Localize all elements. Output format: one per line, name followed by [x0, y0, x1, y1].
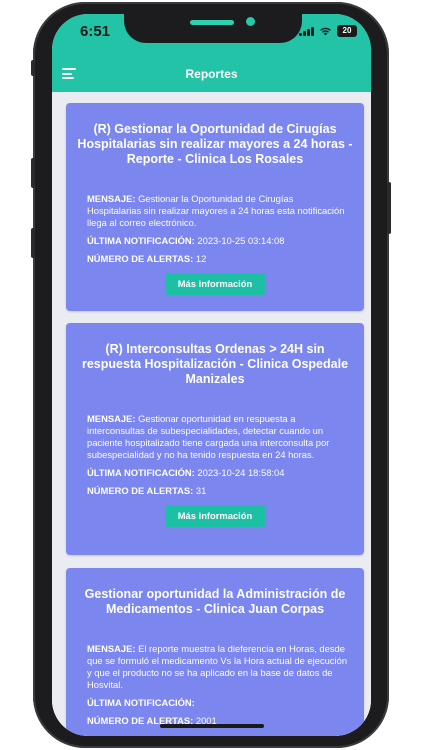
message-label: MENSAJE:: [87, 413, 136, 424]
report-message: MENSAJE: El reporte muestra la dieferenc…: [87, 643, 349, 691]
volume-down-button: [31, 228, 35, 258]
notch: [124, 14, 302, 43]
report-card: (R) Gestionar la Oportunidad de Cirugías…: [66, 103, 364, 311]
report-card: Gestionar oportunidad la Administración …: [66, 568, 364, 736]
reports-list[interactable]: (R) Gestionar la Oportunidad de Cirugías…: [52, 92, 371, 736]
more-info-button[interactable]: Más información: [165, 505, 265, 527]
report-last-notification: ÚLTIMA NOTIFICACIÓN: 2023-10-24 18:58:04: [87, 467, 349, 479]
volume-up-button: [31, 158, 35, 188]
alert-count-label: NÚMERO DE ALERTAS:: [87, 253, 194, 264]
status-time: 6:51: [80, 23, 111, 40]
alert-count-value: 31: [195, 485, 207, 496]
report-title: (R) Gestionar la Oportunidad de Cirugías…: [77, 122, 353, 166]
more-info-button[interactable]: Más información: [165, 273, 265, 295]
report-details: MENSAJE: Gestionar la Oportunidad de Cir…: [87, 193, 349, 265]
front-camera: [246, 17, 255, 26]
last-notification-label: ÚLTIMA NOTIFICACIÓN:: [87, 697, 195, 708]
phone-screen: 6:51 20 Reportes (R) Gestionar la Oportu…: [52, 14, 371, 736]
report-title: (R) Interconsultas Ordenas > 24H sin res…: [81, 342, 349, 386]
report-alert-count: NÚMERO DE ALERTAS: 31: [87, 485, 349, 497]
report-message: MENSAJE: Gestionar la Oportunidad de Cir…: [87, 193, 349, 229]
battery-icon: 20: [337, 25, 357, 37]
cellular-signal-icon: [299, 26, 314, 36]
last-notification-value: 2023-10-25 03:14:08: [197, 235, 285, 246]
app-bar: Reportes: [52, 56, 371, 92]
report-title: Gestionar oportunidad la Administración …: [84, 587, 346, 616]
report-card: (R) Interconsultas Ordenas > 24H sin res…: [66, 323, 364, 555]
status-icons: 20: [299, 25, 357, 37]
silent-switch: [31, 60, 35, 76]
status-bar: 6:51 20: [52, 14, 371, 56]
last-notification-label: ÚLTIMA NOTIFICACIÓN:: [87, 235, 195, 246]
report-last-notification: ÚLTIMA NOTIFICACIÓN:: [87, 697, 349, 709]
report-last-notification: ÚLTIMA NOTIFICACIÓN: 2023-10-25 03:14:08: [87, 235, 349, 247]
report-details: MENSAJE: Gestionar oportunidad en respue…: [87, 413, 349, 497]
speaker: [190, 20, 234, 25]
report-alert-count: NÚMERO DE ALERTAS: 12: [87, 253, 349, 265]
report-message: MENSAJE: Gestionar oportunidad en respue…: [87, 413, 349, 461]
page-title: Reportes: [185, 67, 238, 81]
power-button: [387, 182, 391, 234]
report-details: MENSAJE: El reporte muestra la dieferenc…: [87, 643, 349, 727]
alert-count-label: NÚMERO DE ALERTAS:: [87, 485, 194, 496]
home-indicator[interactable]: [160, 724, 264, 728]
message-label: MENSAJE:: [87, 643, 136, 654]
last-notification-label: ÚLTIMA NOTIFICACIÓN:: [87, 467, 195, 478]
last-notification-value: 2023-10-24 18:58:04: [197, 467, 285, 478]
wifi-icon: [320, 27, 331, 36]
message-label: MENSAJE:: [87, 193, 136, 204]
alert-count-value: 12: [195, 253, 207, 264]
